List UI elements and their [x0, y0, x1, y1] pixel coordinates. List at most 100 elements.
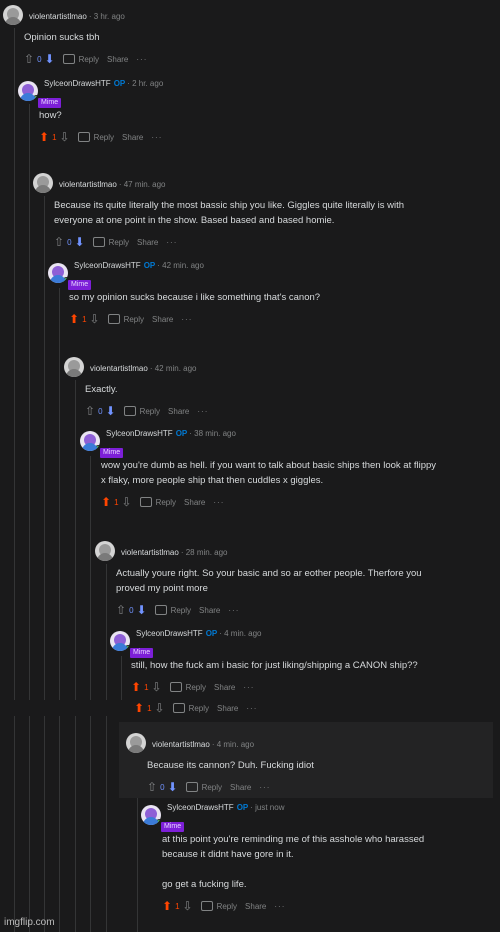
username[interactable]: violentartistlmao: [152, 740, 210, 749]
username[interactable]: violentartistlmao: [121, 548, 179, 557]
username[interactable]: SylceonDrawsHTF: [167, 803, 234, 812]
downvote-icon[interactable]: ⇩: [155, 702, 165, 714]
reply-button[interactable]: Reply: [139, 497, 176, 507]
more-options-icon[interactable]: ···: [228, 606, 239, 615]
upvote-icon[interactable]: ⬆: [101, 496, 111, 508]
username[interactable]: SylceonDrawsHTF: [106, 429, 173, 438]
share-button[interactable]: Share: [230, 783, 251, 792]
meta-line: violentartistlmao · 4 min. ago: [146, 734, 254, 752]
comment-header: violentartistlmao · 28 min. ago: [95, 540, 422, 562]
more-options-icon[interactable]: ···: [197, 407, 208, 416]
upvote-icon[interactable]: ⇧: [24, 53, 34, 65]
thread-line[interactable]: [75, 380, 76, 932]
vote-count: 1: [147, 703, 152, 713]
user-flair: Mime: [161, 822, 185, 832]
downvote-icon[interactable]: ⬇: [45, 53, 55, 65]
more-options-icon[interactable]: ···: [246, 704, 257, 713]
reply-button[interactable]: Reply: [172, 703, 209, 713]
downvote-icon[interactable]: ⬇: [106, 405, 116, 417]
comment-header: SylceonDrawsHTF OP · just now Mime: [141, 803, 424, 832]
more-options-icon[interactable]: ···: [213, 498, 224, 507]
timestamp: · 42 min. ago: [157, 261, 204, 270]
share-button[interactable]: Share: [152, 315, 173, 324]
comment-bubble-icon: [169, 682, 182, 692]
avatar[interactable]: [3, 5, 23, 25]
more-options-icon[interactable]: ···: [136, 55, 147, 64]
reply-button[interactable]: Reply: [77, 132, 114, 142]
avatar[interactable]: [33, 173, 53, 193]
thread-line[interactable]: [44, 196, 45, 932]
upvote-icon[interactable]: ⬆: [162, 900, 172, 912]
downvote-icon[interactable]: ⬇: [137, 604, 147, 616]
share-button[interactable]: Share: [245, 902, 266, 911]
vote-count: 0: [129, 605, 134, 615]
downvote-icon[interactable]: ⬇: [75, 236, 85, 248]
more-options-icon[interactable]: ···: [151, 133, 162, 142]
avatar[interactable]: [95, 541, 115, 561]
share-button[interactable]: Share: [107, 55, 128, 64]
share-button[interactable]: Share: [217, 704, 238, 713]
username[interactable]: violentartistlmao: [59, 180, 117, 189]
reply-button[interactable]: Reply: [169, 682, 206, 692]
thread-line[interactable]: [90, 456, 91, 932]
downvote-icon[interactable]: ⇩: [60, 131, 70, 143]
comment-bubble-icon: [172, 703, 185, 713]
more-options-icon[interactable]: ···: [274, 902, 285, 911]
upvote-icon[interactable]: ⬆: [69, 313, 79, 325]
reply-button[interactable]: Reply: [123, 406, 160, 416]
reply-label: Reply: [170, 605, 192, 615]
avatar[interactable]: [110, 631, 130, 651]
avatar[interactable]: [48, 263, 68, 283]
downvote-icon[interactable]: ⇩: [122, 496, 132, 508]
username[interactable]: SylceonDrawsHTF: [136, 629, 203, 638]
upvote-icon[interactable]: ⇧: [85, 405, 95, 417]
reply-button[interactable]: Reply: [107, 314, 144, 324]
share-button[interactable]: Share: [168, 407, 189, 416]
comment-actions-overlap: ⬆ 1 ⇩ Reply Share ···: [134, 700, 257, 716]
upvote-icon[interactable]: ⬆: [134, 702, 144, 714]
more-options-icon[interactable]: ···: [243, 683, 254, 692]
upvote-icon[interactable]: ⬆: [131, 681, 141, 693]
upvote-icon[interactable]: ⇧: [54, 236, 64, 248]
share-button[interactable]: Share: [214, 683, 235, 692]
username[interactable]: violentartistlmao: [90, 364, 148, 373]
avatar[interactable]: [64, 357, 84, 377]
share-button[interactable]: Share: [122, 133, 143, 142]
username[interactable]: violentartistlmao: [29, 12, 87, 21]
reply-button[interactable]: Reply: [185, 782, 222, 792]
upvote-icon[interactable]: ⇧: [147, 781, 157, 793]
thread-line[interactable]: [59, 288, 60, 932]
thread-line[interactable]: [29, 104, 30, 932]
more-options-icon[interactable]: ···: [166, 238, 177, 247]
downvote-icon[interactable]: ⇩: [152, 681, 162, 693]
timestamp: · 4 min. ago: [211, 740, 255, 749]
timestamp: · 28 min. ago: [180, 548, 228, 557]
reply-button[interactable]: Reply: [200, 901, 238, 911]
more-options-icon[interactable]: ···: [259, 783, 270, 792]
downvote-icon[interactable]: ⬇: [168, 781, 178, 793]
reply-button[interactable]: Reply: [92, 237, 129, 247]
thread-line[interactable]: [14, 28, 15, 932]
comment-meta: SylceonDrawsHTF OP · just now Mime: [161, 797, 284, 833]
avatar[interactable]: [126, 733, 146, 753]
username[interactable]: SylceonDrawsHTF: [44, 79, 111, 88]
thread-line[interactable]: [106, 564, 107, 932]
upvote-icon[interactable]: ⇧: [116, 604, 126, 616]
share-button[interactable]: Share: [184, 498, 205, 507]
avatar[interactable]: [18, 81, 38, 101]
share-button[interactable]: Share: [199, 606, 220, 615]
reply-button[interactable]: Reply: [62, 54, 99, 64]
comment-body: Actually youre right. So your basic and …: [116, 566, 422, 596]
comment-actions: ⬆ 1 ⇩ Reply Share ···: [131, 679, 418, 695]
reply-label: Reply: [216, 901, 238, 911]
reply-button[interactable]: Reply: [154, 605, 192, 615]
avatar[interactable]: [141, 805, 161, 825]
username[interactable]: SylceonDrawsHTF: [74, 261, 141, 270]
comment-body: still, how the fuck am i basic for just …: [131, 658, 418, 673]
share-button[interactable]: Share: [137, 238, 158, 247]
downvote-icon[interactable]: ⇩: [90, 313, 100, 325]
more-options-icon[interactable]: ···: [181, 315, 192, 324]
avatar[interactable]: [80, 431, 100, 451]
downvote-icon[interactable]: ⇩: [183, 900, 193, 912]
upvote-icon[interactable]: ⬆: [39, 131, 49, 143]
